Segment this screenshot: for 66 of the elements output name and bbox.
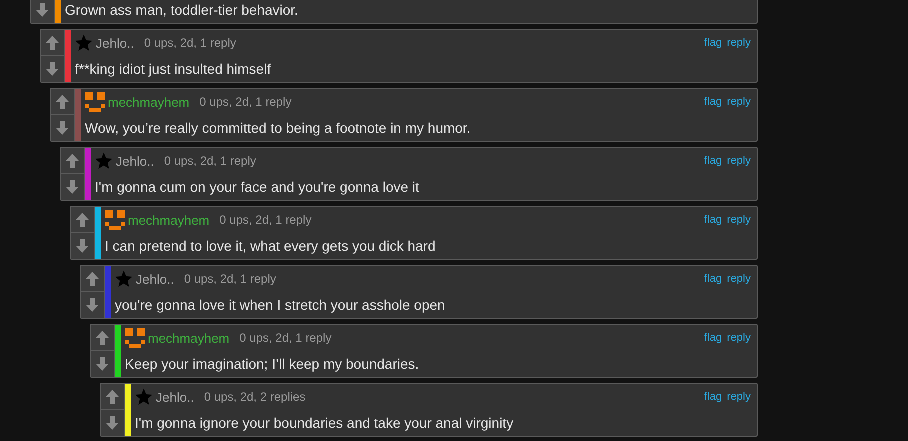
comment-meta: 0 ups, 2d, 1 reply — [144, 36, 236, 50]
upvote-button[interactable] — [91, 325, 115, 351]
username[interactable]: mechmayhem — [108, 94, 190, 110]
up-arrow-icon — [75, 212, 90, 228]
username[interactable]: Jehlo.. — [96, 36, 134, 50]
downvote-button[interactable] — [31, 0, 55, 23]
reply-link[interactable]: reply — [727, 332, 751, 344]
down-arrow-icon — [45, 61, 60, 77]
reply-link[interactable]: reply — [727, 37, 751, 49]
flag-link[interactable]: flag — [704, 214, 722, 226]
upvote-button[interactable] — [41, 30, 65, 56]
comment-text: f**king idiot just insulted himself — [75, 60, 272, 79]
flag-link[interactable]: flag — [704, 332, 722, 344]
downvote-button[interactable] — [71, 233, 95, 259]
username[interactable]: mechmayhem — [128, 212, 210, 228]
reply-link[interactable]: reply — [727, 391, 751, 403]
flag-link[interactable]: flag — [704, 37, 722, 49]
up-arrow-icon — [55, 94, 70, 110]
username[interactable]: mechmayhem — [148, 330, 230, 346]
upvote-button[interactable] — [71, 207, 95, 233]
upvote-button[interactable] — [61, 148, 85, 174]
reply-link[interactable]: reply — [727, 214, 751, 226]
username[interactable]: Jehlo.. — [136, 272, 174, 286]
downvote-button[interactable] — [81, 292, 105, 318]
username[interactable]: Jehlo.. — [156, 390, 194, 404]
upvote-button[interactable] — [81, 266, 105, 292]
downvote-button[interactable] — [61, 174, 85, 200]
down-arrow-icon — [85, 297, 100, 313]
down-arrow-icon — [75, 238, 90, 254]
comment-text: I can pretend to love it, what every gets you dick hard — [105, 237, 437, 256]
down-arrow-icon — [95, 356, 110, 372]
reply-link[interactable]: reply — [727, 273, 751, 285]
downvote-button[interactable] — [51, 115, 75, 141]
upvote-button[interactable] — [51, 89, 75, 115]
comment-meta: 0 ups, 2d, 2 replies — [204, 390, 306, 404]
down-arrow-icon — [55, 120, 70, 136]
comment-meta: 0 ups, 2d, 1 reply — [220, 213, 312, 227]
down-arrow-icon — [65, 179, 80, 195]
flag-link[interactable]: flag — [704, 391, 722, 403]
upvote-button[interactable] — [101, 384, 125, 410]
down-arrow-icon — [35, 2, 50, 18]
flag-link[interactable]: flag — [704, 96, 722, 108]
up-arrow-icon — [105, 388, 120, 404]
comment-text: I'm gonna cum on your face and you're gonna love it — [95, 178, 420, 197]
comment-meta: 0 ups, 2d, 1 reply — [164, 154, 256, 168]
comment-meta: 0 ups, 2d, 1 reply — [184, 272, 276, 286]
flag-link[interactable]: flag — [704, 155, 722, 167]
comment-meta: 0 ups, 2d, 1 reply — [240, 331, 332, 345]
downvote-button[interactable] — [41, 56, 65, 82]
up-arrow-icon — [65, 152, 80, 168]
comment-text: Keep your imagination; I’ll keep my boundaries. — [125, 355, 420, 374]
username[interactable]: Jehlo.. — [116, 154, 154, 168]
downvote-button[interactable] — [101, 410, 125, 436]
reply-link[interactable]: reply — [727, 96, 751, 108]
down-arrow-icon — [105, 415, 120, 431]
up-arrow-icon — [45, 34, 60, 50]
comment-text: Wow, you’re really committed to being a footnote in my humor. — [85, 119, 472, 138]
flag-link[interactable]: flag — [704, 273, 722, 285]
reply-link[interactable]: reply — [727, 155, 751, 167]
up-arrow-icon — [95, 330, 110, 346]
up-arrow-icon — [85, 270, 100, 286]
downvote-button[interactable] — [91, 351, 115, 377]
comment-text: you're gonna love it when I stretch your asshole open — [115, 296, 446, 315]
comment-text: I'm gonna ignore your boundaries and take your anal virginity — [135, 414, 515, 433]
comment-meta: 0 ups, 2d, 1 reply — [200, 95, 292, 109]
comment-text: Grown ass man, toddler-tier behavior. — [65, 1, 300, 20]
